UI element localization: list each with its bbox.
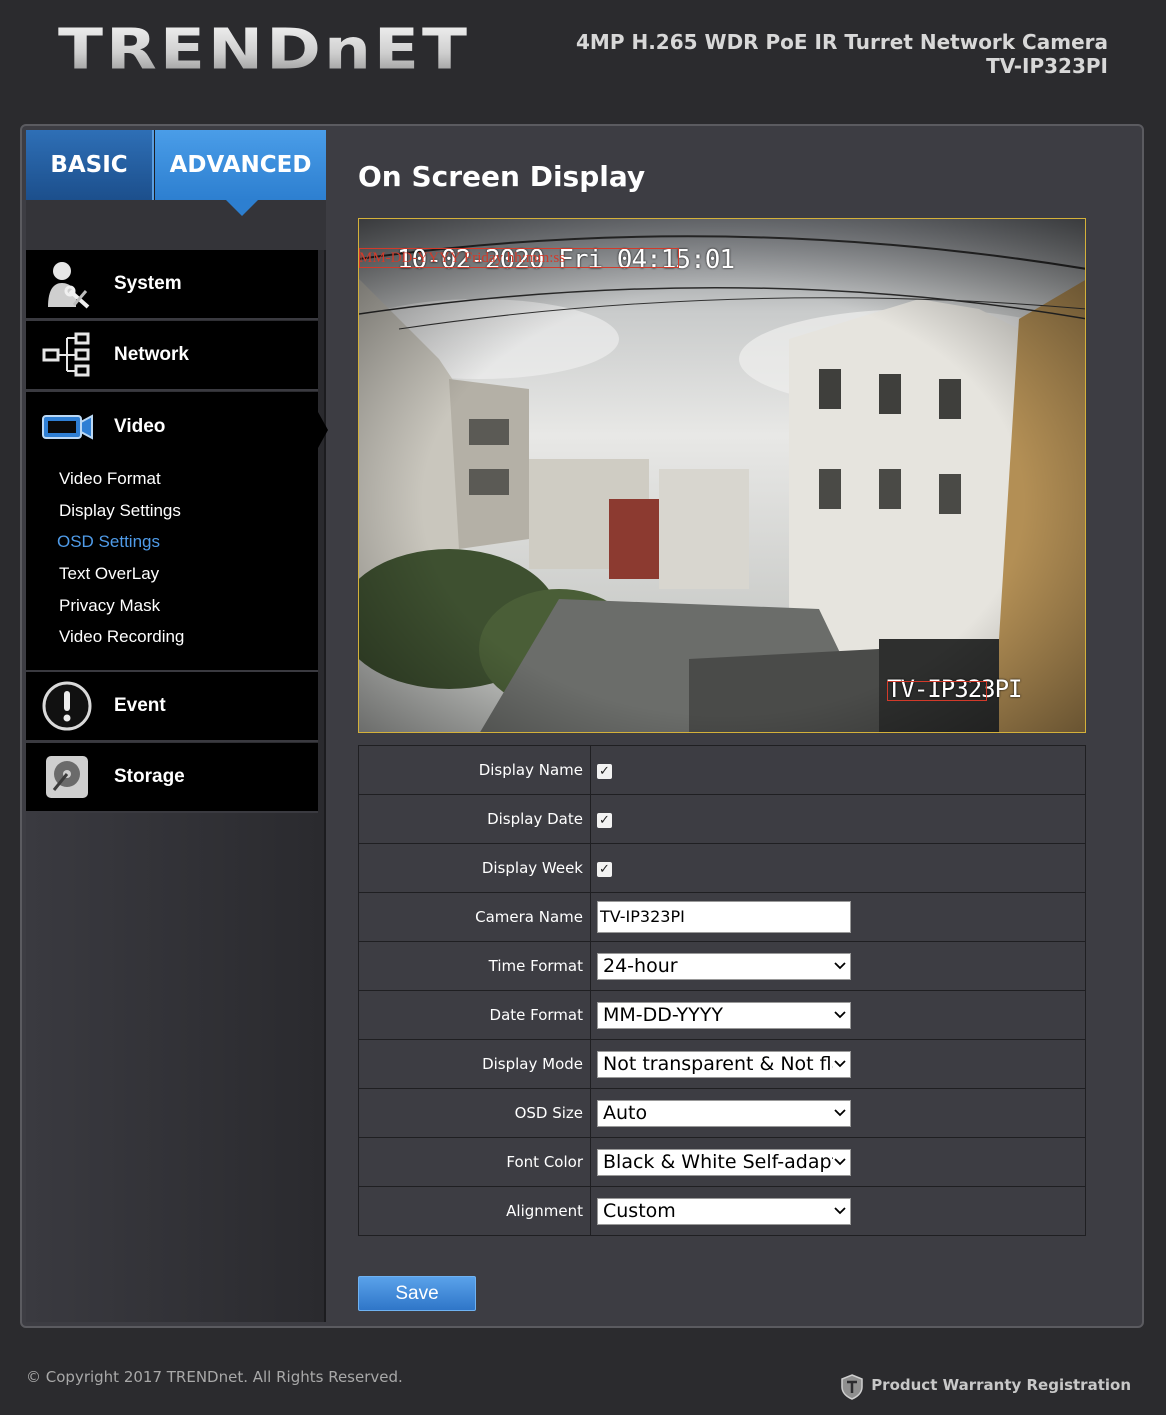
warranty-label: Product Warranty Registration [871, 1376, 1131, 1394]
main-content: On Screen Display 10-02-2020 Fri 04:15:0… [328, 130, 1140, 1322]
font-color-label: Font Color [358, 1137, 591, 1187]
display-date-label: Display Date [358, 794, 591, 844]
warranty-link[interactable]: Product Warranty Registration [841, 1366, 1131, 1404]
sidebar-video-group: Video Video Format Display Settings OSD … [26, 392, 318, 672]
camera-name-label: Camera Name [358, 892, 591, 942]
sidebar-item-storage[interactable]: Storage [26, 743, 318, 813]
alignment-select[interactable]: Custom [597, 1197, 851, 1225]
tab-basic[interactable]: BASIC [26, 130, 154, 200]
select-value: Auto [603, 1101, 648, 1124]
mode-tabs: BASIC ADVANCED [26, 130, 326, 250]
table-row: Alignment Custom [358, 1186, 1086, 1236]
display-week-label: Display Week [358, 843, 591, 893]
display-date-checkbox[interactable]: ✓ [597, 812, 612, 828]
sidebar-subitem-video-format[interactable]: Video Format [59, 468, 161, 490]
osd-size-select[interactable]: Auto [597, 1099, 851, 1127]
sidebar-subitem-display-settings[interactable]: Display Settings [59, 500, 181, 522]
camera-scene-image [359, 219, 1085, 732]
main-frame: BASIC ADVANCED System Network Video Vide… [20, 124, 1144, 1328]
chevron-down-icon [833, 953, 847, 979]
table-row: Display Name ✓ [358, 745, 1086, 795]
display-mode-label: Display Mode [358, 1039, 591, 1089]
table-row: OSD Size Auto [358, 1088, 1086, 1138]
select-value: Black & White Self-adaptive [603, 1150, 835, 1173]
display-name-label: Display Name [358, 745, 591, 795]
active-tab-arrow [226, 200, 258, 216]
table-row: Display Mode Not transparent & Not flash… [358, 1039, 1086, 1089]
save-button[interactable]: Save [358, 1276, 476, 1311]
osd-date-guide: MM-DD-YYYY Friday hh:mm:ss [359, 250, 566, 266]
chevron-down-icon [833, 1149, 847, 1175]
tab-advanced[interactable]: ADVANCED [155, 130, 326, 200]
sidebar-item-label: Event [114, 695, 166, 716]
product-title: 4MP H.265 WDR PoE IR Turret Network Came… [576, 30, 1108, 78]
sidebar-item-network[interactable]: Network [26, 321, 318, 391]
time-format-select[interactable]: 24-hour [597, 952, 851, 980]
copyright-text: © Copyright 2017 TRENDnet. All Rights Re… [26, 1368, 403, 1386]
table-row: Display Date ✓ [358, 794, 1086, 844]
time-format-label: Time Format [358, 941, 591, 991]
sidebar-item-event[interactable]: Event [26, 672, 318, 742]
sidebar-subitem-privacy-mask[interactable]: Privacy Mask [59, 595, 160, 617]
font-color-select[interactable]: Black & White Self-adaptive [597, 1148, 851, 1176]
camera-name-input[interactable]: TV-IP323PI [597, 901, 851, 933]
sidebar-item-label: Video [114, 416, 166, 437]
product-model-number: TV-IP323PI [986, 54, 1108, 78]
table-row: Display Week ✓ [358, 843, 1086, 893]
sidebar-item-label: Storage [114, 766, 185, 787]
osd-name-box [887, 681, 987, 701]
display-mode-select[interactable]: Not transparent & Not flashing [597, 1050, 851, 1078]
disk-icon [40, 750, 94, 804]
header: TRENDnET 4MP H.265 WDR PoE IR Turret Net… [0, 0, 1166, 120]
select-value: MM-DD-YYYY [603, 1003, 723, 1026]
tabs-strip [26, 200, 326, 250]
active-section-pointer [318, 412, 328, 448]
display-week-checkbox[interactable]: ✓ [597, 861, 612, 877]
sidebar-subitem-osd-settings[interactable]: OSD Settings [57, 531, 160, 553]
sidebar-subitem-video-recording[interactable]: Video Recording [59, 626, 184, 648]
sidebar-item-video[interactable]: Video [26, 392, 318, 462]
alignment-label: Alignment [358, 1186, 591, 1236]
select-value: 24-hour [603, 954, 678, 977]
osd-settings-table: Display Name ✓ Display Date ✓ Display We… [358, 745, 1086, 1236]
shield-icon [841, 1374, 863, 1404]
sidebar-subitem-text-overlay[interactable]: Text OverLay [59, 563, 159, 585]
table-row: Font Color Black & White Self-adaptive [358, 1137, 1086, 1187]
page-title: On Screen Display [358, 160, 646, 193]
select-value: Custom [603, 1199, 676, 1222]
date-format-label: Date Format [358, 990, 591, 1040]
camera-preview[interactable]: 10-02-2020 Fri 04:15:01 MM-DD-YYYY Frida… [358, 218, 1086, 733]
trendnet-logo: TRENDnET [58, 16, 471, 83]
select-value: Not transparent & Not flashing [603, 1052, 835, 1075]
sidebar-item-system[interactable]: System [26, 250, 318, 320]
chevron-down-icon [833, 1002, 847, 1028]
chevron-down-icon [833, 1198, 847, 1224]
table-row: Date Format MM-DD-YYYY [358, 990, 1086, 1040]
display-name-checkbox[interactable]: ✓ [597, 763, 612, 779]
chevron-down-icon [833, 1051, 847, 1077]
camera-icon [40, 400, 94, 454]
sidebar-item-label: System [114, 273, 182, 294]
sidebar-item-label: Network [114, 344, 189, 365]
sidebar: BASIC ADVANCED System Network Video Vide… [26, 130, 328, 1322]
chevron-down-icon [833, 1100, 847, 1126]
table-row: Camera Name TV-IP323PI [358, 892, 1086, 942]
osd-size-label: OSD Size [358, 1088, 591, 1138]
alert-icon [40, 679, 94, 733]
product-model-description: 4MP H.265 WDR PoE IR Turret Network Came… [576, 30, 1108, 54]
network-tree-icon [40, 328, 94, 382]
date-format-select[interactable]: MM-DD-YYYY [597, 1001, 851, 1029]
table-row: Time Format 24-hour [358, 941, 1086, 991]
user-wrench-icon [40, 257, 94, 311]
